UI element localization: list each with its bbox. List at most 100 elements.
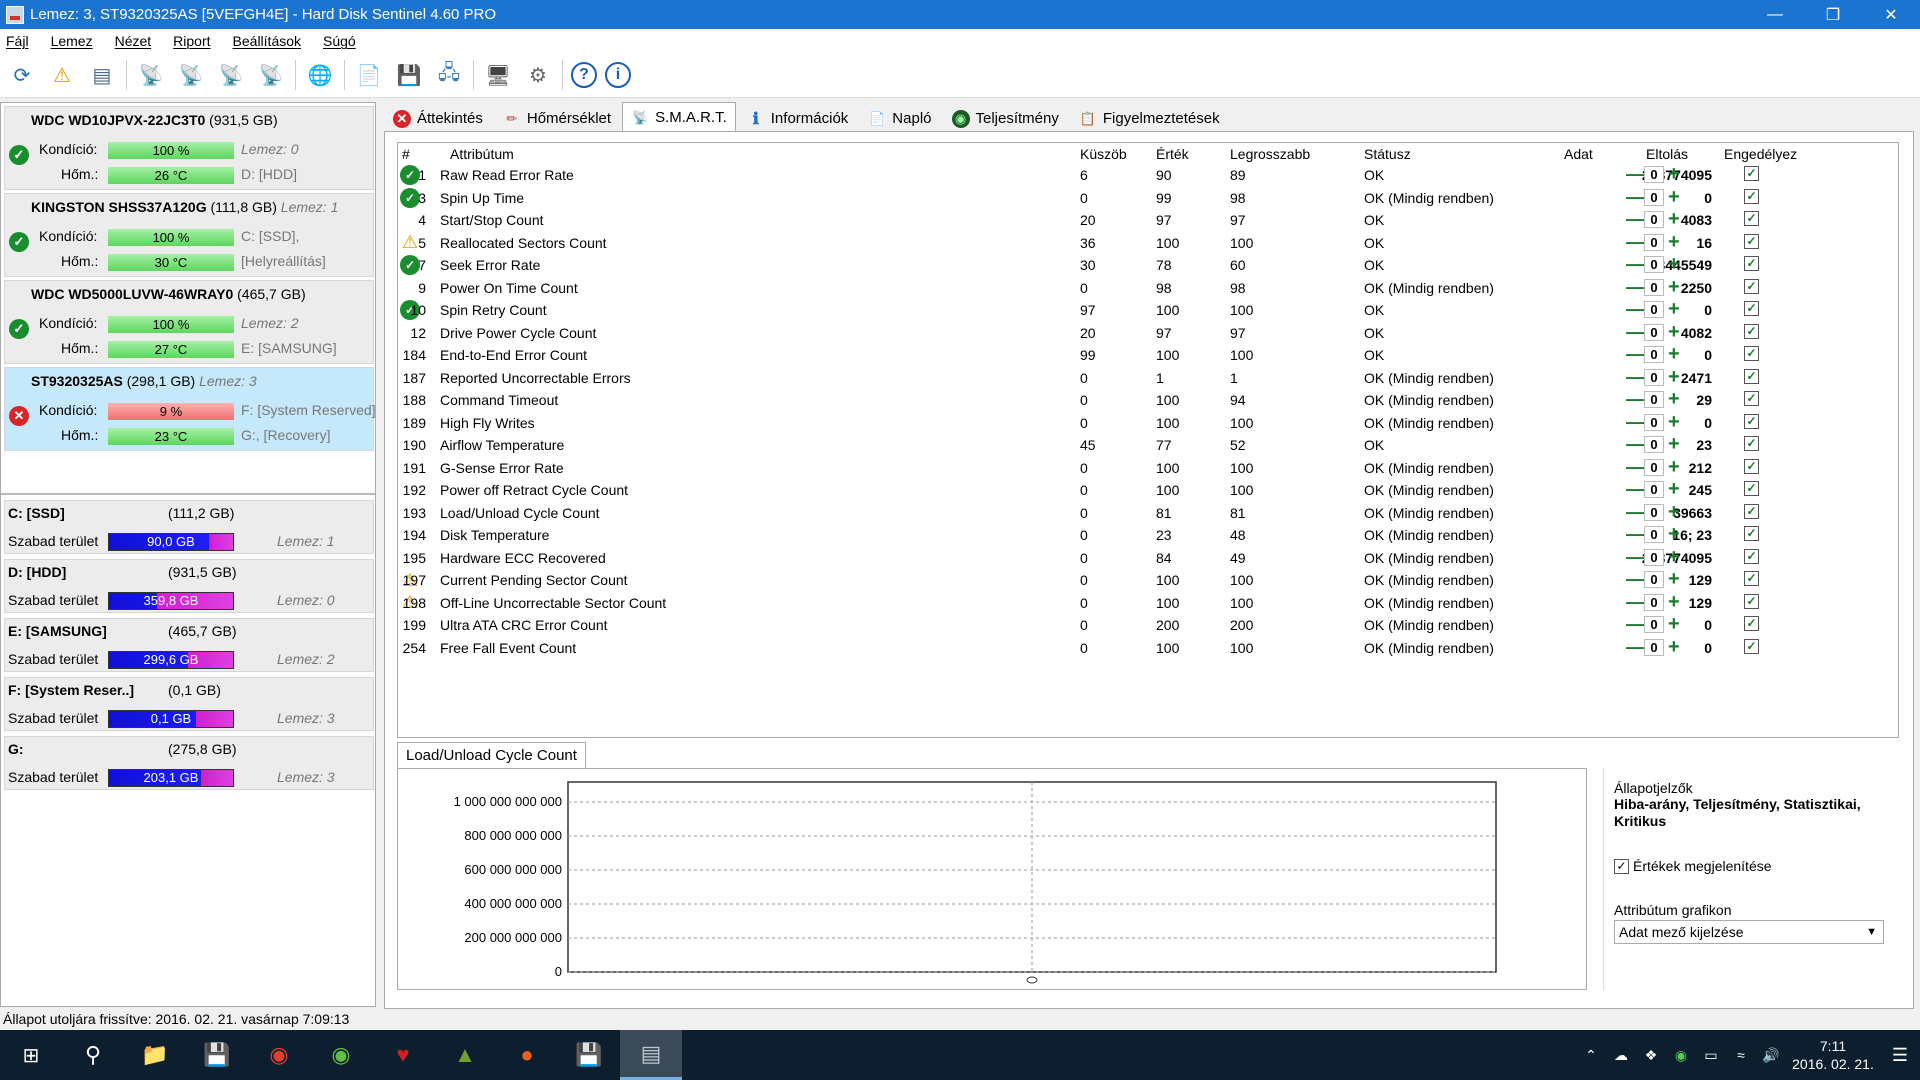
menu-report[interactable]: Riport	[173, 33, 210, 49]
offset-field[interactable]: 0	[1644, 503, 1664, 521]
volume-icon[interactable]: 🔊	[1756, 1047, 1786, 1064]
table-row[interactable]: 193 Load/Unload Cycle Count 0 81 81 OK (Mindi…	[398, 501, 1898, 525]
volume-item[interactable]: D: [HDD] (931,5 GB) Szabad terület 359,8…	[4, 559, 374, 613]
tab-information[interactable]: ℹ Információk	[738, 104, 858, 132]
enable-checkbox[interactable]: ✓	[1744, 526, 1759, 541]
menu-disk[interactable]: Lemez	[51, 33, 93, 49]
offset-decrease-button[interactable]: —	[1626, 412, 1644, 433]
volume-item[interactable]: G: (275,8 GB) Szabad terület 203,1 GB Le…	[4, 736, 374, 790]
offset-decrease-button[interactable]: —	[1626, 232, 1644, 253]
col-offset[interactable]: Eltolás	[1646, 146, 1688, 162]
offset-increase-button[interactable]: +	[1668, 253, 1680, 276]
table-row[interactable]: ⚠ 198 Off-Line Uncorrectable Sector Count 0…	[398, 591, 1898, 615]
offset-decrease-button[interactable]: —	[1626, 322, 1644, 343]
enable-checkbox[interactable]: ✓	[1744, 166, 1759, 181]
app-green-icon[interactable]: ▲	[434, 1030, 496, 1080]
monitor-icon[interactable]: 🖥	[482, 59, 514, 91]
table-row[interactable]: 190 Airflow Temperature 45 77 52 OK 23—0 + ✓	[398, 433, 1898, 457]
enable-checkbox[interactable]: ✓	[1744, 233, 1759, 249]
show-values-checkbox[interactable]: ✓ Értékek megjelenítése	[1614, 858, 1772, 874]
offset-increase-button[interactable]: +	[1668, 186, 1680, 209]
table-row[interactable]: 199 Ultra ATA CRC Error Count 0 200 200 OK (M…	[398, 613, 1898, 637]
enable-checkbox[interactable]: ✓	[1744, 436, 1759, 451]
satellite-dish-2-icon[interactable]: 📡	[175, 59, 207, 91]
table-row[interactable]: 194 Disk Temperature 0 23 48 OK (Mindig rendb…	[398, 523, 1898, 547]
table-row[interactable]: ⚠ 197 Current Pending Sector Count 0 100 100 O…	[398, 568, 1898, 592]
enable-checkbox[interactable]: ✓	[1744, 278, 1759, 294]
offset-decrease-button[interactable]: —	[1626, 614, 1644, 635]
wifi-icon[interactable]: ≈	[1726, 1047, 1756, 1063]
offset-decrease-button[interactable]: —	[1626, 434, 1644, 455]
satellite-dish-check-icon[interactable]: 📡	[215, 59, 247, 91]
table-row[interactable]: 9 Power On Time Count 0 98 98 OK (Mindig rend…	[398, 276, 1898, 300]
table-row[interactable]: 184 End-to-End Error Count 99 100 100 OK 0—0 + ✓	[398, 343, 1898, 367]
offset-increase-button[interactable]: +	[1668, 208, 1680, 231]
offset-decrease-button[interactable]: —	[1626, 524, 1644, 545]
offset-field[interactable]: 0	[1644, 413, 1664, 431]
offset-decrease-button[interactable]: —	[1626, 209, 1644, 230]
disk-item-1[interactable]: KINGSTON SHSS37A120G (111,8 GB) Lemez: 1…	[4, 193, 374, 277]
enable-checkbox[interactable]: ✓	[1744, 593, 1759, 609]
offset-increase-button[interactable]: +	[1668, 298, 1680, 321]
enable-checkbox[interactable]: ✓	[1744, 368, 1759, 384]
tab-temperature[interactable]: ✏ Hőmérséklet	[494, 104, 620, 132]
table-row[interactable]: 188 Command Timeout 0 100 94 OK (Mindig rendb…	[398, 388, 1898, 412]
tab-overview[interactable]: ✕ Áttekintés	[384, 104, 492, 132]
table-row[interactable]: 254 Free Fall Event Count 0 100 100 OK (Mindi…	[398, 636, 1898, 660]
table-row[interactable]: 195 Hardware ECC Recovered 0 84 49 OK (Mindig…	[398, 546, 1898, 570]
offset-decrease-button[interactable]: —	[1626, 187, 1644, 208]
offset-decrease-button[interactable]: —	[1626, 367, 1644, 388]
offset-field[interactable]: 0	[1644, 458, 1664, 476]
document-icon[interactable]: 📄	[353, 59, 385, 91]
disk-report-icon[interactable]: ▤	[86, 59, 118, 91]
menu-view[interactable]: Nézet	[115, 33, 152, 49]
offset-decrease-button[interactable]: —	[1626, 637, 1644, 658]
restore-button[interactable]: ❐	[1804, 0, 1862, 29]
col-attribute[interactable]: Attribútum	[450, 146, 514, 162]
enable-checkbox[interactable]: ✓	[1744, 391, 1759, 406]
offset-field[interactable]: 0	[1644, 526, 1664, 543]
start-icon[interactable]: ⊞	[0, 1030, 62, 1080]
enable-checkbox[interactable]: ✓	[1744, 503, 1759, 519]
offset-field[interactable]: 0	[1644, 593, 1664, 611]
scroll-handle[interactable]	[1026, 976, 1038, 984]
volume-item[interactable]: C: [SSD] (111,2 GB) Szabad terület 90,0 …	[4, 500, 374, 554]
table-row[interactable]: ✓ 3 Spin Up Time 0 99 98 OK (Mindig rendben) 0—…	[398, 186, 1898, 210]
offset-increase-button[interactable]: +	[1668, 321, 1680, 344]
offset-decrease-button[interactable]: —	[1626, 254, 1644, 275]
enable-checkbox[interactable]: ✓	[1744, 188, 1759, 204]
offset-field[interactable]: 0	[1644, 211, 1664, 228]
table-row[interactable]: ✓ 10 Spin Retry Count 97 100 100 OK 0—0 + ✓	[398, 298, 1898, 322]
offset-field[interactable]: 0	[1644, 301, 1664, 318]
table-row[interactable]: 187 Reported Uncorrectable Errors 0 1 1 OK (M…	[398, 366, 1898, 390]
offset-field[interactable]: 0	[1644, 436, 1664, 453]
offset-increase-button[interactable]: +	[1668, 411, 1680, 434]
offset-increase-button[interactable]: +	[1668, 366, 1680, 389]
utorrent-icon[interactable]: ◉	[310, 1030, 372, 1080]
offset-increase-button[interactable]: +	[1668, 501, 1680, 524]
tab-log[interactable]: 📄 Napló	[859, 104, 940, 132]
tab-alerts[interactable]: 📋 Figyelmeztetések	[1070, 104, 1229, 132]
app-orange-icon[interactable]: ●	[496, 1030, 558, 1080]
offset-increase-button[interactable]: +	[1668, 276, 1680, 299]
chrome-icon[interactable]: ◉	[248, 1030, 310, 1080]
hard-disk-sentinel-icon[interactable]: ▤	[620, 1030, 682, 1080]
offset-field[interactable]: 0	[1644, 548, 1664, 566]
offset-field[interactable]: 0	[1644, 323, 1664, 341]
offset-field[interactable]: 0	[1644, 638, 1664, 656]
enable-checkbox[interactable]: ✓	[1744, 301, 1759, 316]
col-status[interactable]: Státusz	[1364, 146, 1411, 162]
offset-increase-button[interactable]: +	[1668, 546, 1680, 569]
offset-field[interactable]: 0	[1644, 346, 1664, 363]
table-row[interactable]: 4 Start/Stop Count 20 97 97 OK 4083—0 + ✓	[398, 208, 1898, 232]
attribute-graph-select[interactable]: Adat mező kijelzése ▼	[1614, 920, 1884, 944]
close-button[interactable]: ✕	[1862, 0, 1920, 29]
menu-settings[interactable]: Beállítások	[233, 33, 301, 49]
col-enable[interactable]: Engedélyez	[1724, 146, 1797, 162]
offset-increase-button[interactable]: +	[1668, 231, 1680, 254]
enable-checkbox[interactable]: ✓	[1744, 458, 1759, 474]
clock[interactable]: 7:11 2016. 02. 21.	[1786, 1037, 1880, 1073]
checkbox-checked-icon[interactable]: ✓	[1614, 858, 1629, 874]
enable-checkbox[interactable]: ✓	[1744, 323, 1759, 339]
enable-checkbox[interactable]: ✓	[1744, 571, 1759, 586]
